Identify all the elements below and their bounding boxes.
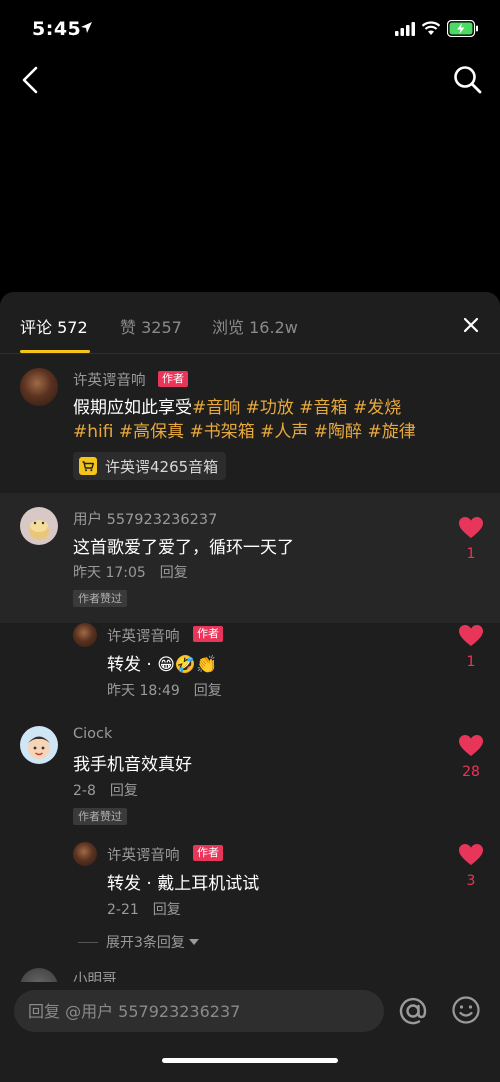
location-arrow-icon	[81, 22, 92, 33]
reply-time: 昨天 18:49	[107, 683, 180, 699]
search-icon[interactable]	[452, 64, 484, 96]
expand-replies-label: 展开3条回复	[106, 935, 185, 951]
reply-meta: 昨天 18:49 回复	[107, 680, 222, 700]
like-button[interactable]: 3	[456, 843, 486, 889]
reply-input-container[interactable]	[14, 990, 384, 1032]
heart-icon	[459, 625, 483, 646]
post-text-line2: #hifi #高保真 #书架箱 #人声 #陶醉 #旋律	[73, 417, 416, 442]
reply-author-avatar[interactable]	[73, 623, 97, 647]
post-text-line1: 假期应如此享受#音响 #功放 #音箱 #发烧	[73, 393, 401, 418]
comment-meta: 昨天 17:05 回复	[73, 562, 188, 582]
status-time: 5:45	[32, 18, 82, 40]
user-avatar[interactable]	[20, 507, 58, 545]
like-count: 1	[466, 546, 476, 562]
post-hashtags-1[interactable]: #音响 #功放 #音箱 #发烧	[192, 398, 401, 418]
author-badge: 作者	[193, 845, 223, 861]
like-count: 1	[466, 654, 476, 670]
heart-icon	[459, 844, 483, 865]
reply-input[interactable]	[14, 990, 384, 1032]
back-arrow-icon[interactable]	[16, 64, 44, 96]
reply-text: 转发 · 😁🤣👏	[107, 655, 218, 675]
chevron-down-icon	[188, 939, 199, 945]
mention-icon[interactable]	[397, 995, 429, 1027]
like-button[interactable]: 1	[456, 624, 486, 670]
comment-meta: 2-8 回复	[73, 780, 138, 800]
post-author-name[interactable]: 许英谔音响	[73, 369, 146, 390]
cellular-signal-icon	[395, 22, 415, 36]
reply-text: 转发 · 戴上耳机试试	[107, 874, 260, 894]
battery-charging-icon	[447, 20, 478, 37]
author-avatar[interactable]	[20, 368, 58, 406]
post-hashtags-2[interactable]: #hifi #高保真 #书架箱 #人声 #陶醉 #旋律	[73, 422, 416, 442]
tab-views[interactable]: 浏览 16.2w	[212, 314, 298, 338]
like-count: 3	[466, 873, 476, 889]
expand-divider	[78, 941, 98, 943]
author-badge: 作者	[158, 371, 188, 387]
home-indicator[interactable]	[162, 1058, 338, 1063]
heart-icon	[459, 517, 483, 538]
product-name: 许英谔4265音箱	[105, 457, 219, 476]
comment-time: 昨天 17:05	[73, 565, 146, 581]
reply-input-bar	[0, 982, 500, 1082]
wifi-icon	[421, 21, 441, 35]
reply-author-avatar[interactable]	[73, 842, 97, 866]
product-link[interactable]: 许英谔4265音箱	[73, 452, 227, 480]
reply-button[interactable]: 回复	[194, 683, 222, 699]
close-icon[interactable]	[460, 314, 482, 336]
user-avatar[interactable]	[20, 726, 58, 764]
status-bar: 5:45	[0, 0, 500, 56]
heart-icon	[459, 735, 483, 756]
comment-text: 我手机音效真好	[73, 755, 192, 775]
reply-user-name[interactable]: 许英谔音响	[107, 625, 180, 646]
reply-time: 2-21	[107, 902, 139, 918]
comment-text: 这首歌爱了爱了，循环一天了	[73, 538, 294, 558]
author-badge: 作者	[193, 626, 223, 642]
tab-comments[interactable]: 评论 572	[20, 314, 88, 338]
author-liked-badge: 作者赞过	[73, 808, 127, 825]
emoji-icon[interactable]	[451, 995, 481, 1025]
like-count: 28	[462, 764, 480, 780]
reply-user-name[interactable]: 许英谔音响	[107, 844, 180, 865]
reply-button[interactable]: 回复	[160, 565, 188, 581]
like-button[interactable]: 1	[456, 516, 486, 562]
comment-time: 2-8	[73, 783, 96, 799]
reply-button[interactable]: 回复	[153, 902, 181, 918]
expand-replies-button[interactable]: 展开3条回复	[78, 932, 200, 952]
reply-meta: 2-21 回复	[107, 899, 181, 919]
comments-sheet: 评论 572 赞 3257 浏览 16.2w 许英谔音响 作者 假期应如此享受#…	[0, 292, 500, 1082]
author-liked-badge: 作者赞过	[73, 590, 127, 607]
shopping-cart-icon	[79, 457, 97, 475]
comment-user-name[interactable]: 用户 557923236237	[73, 508, 217, 529]
tab-bar: 评论 572 赞 3257 浏览 16.2w	[0, 292, 500, 354]
active-tab-indicator	[20, 350, 90, 353]
comment-user-name[interactable]: Ciock	[73, 726, 112, 742]
like-button[interactable]: 28	[456, 734, 486, 780]
child-avatar-icon	[28, 736, 50, 759]
post-text: 假期应如此享受	[73, 398, 192, 418]
tab-likes[interactable]: 赞 3257	[120, 314, 182, 338]
reply-button[interactable]: 回复	[110, 783, 138, 799]
cartoon-avatar-icon	[29, 520, 49, 540]
